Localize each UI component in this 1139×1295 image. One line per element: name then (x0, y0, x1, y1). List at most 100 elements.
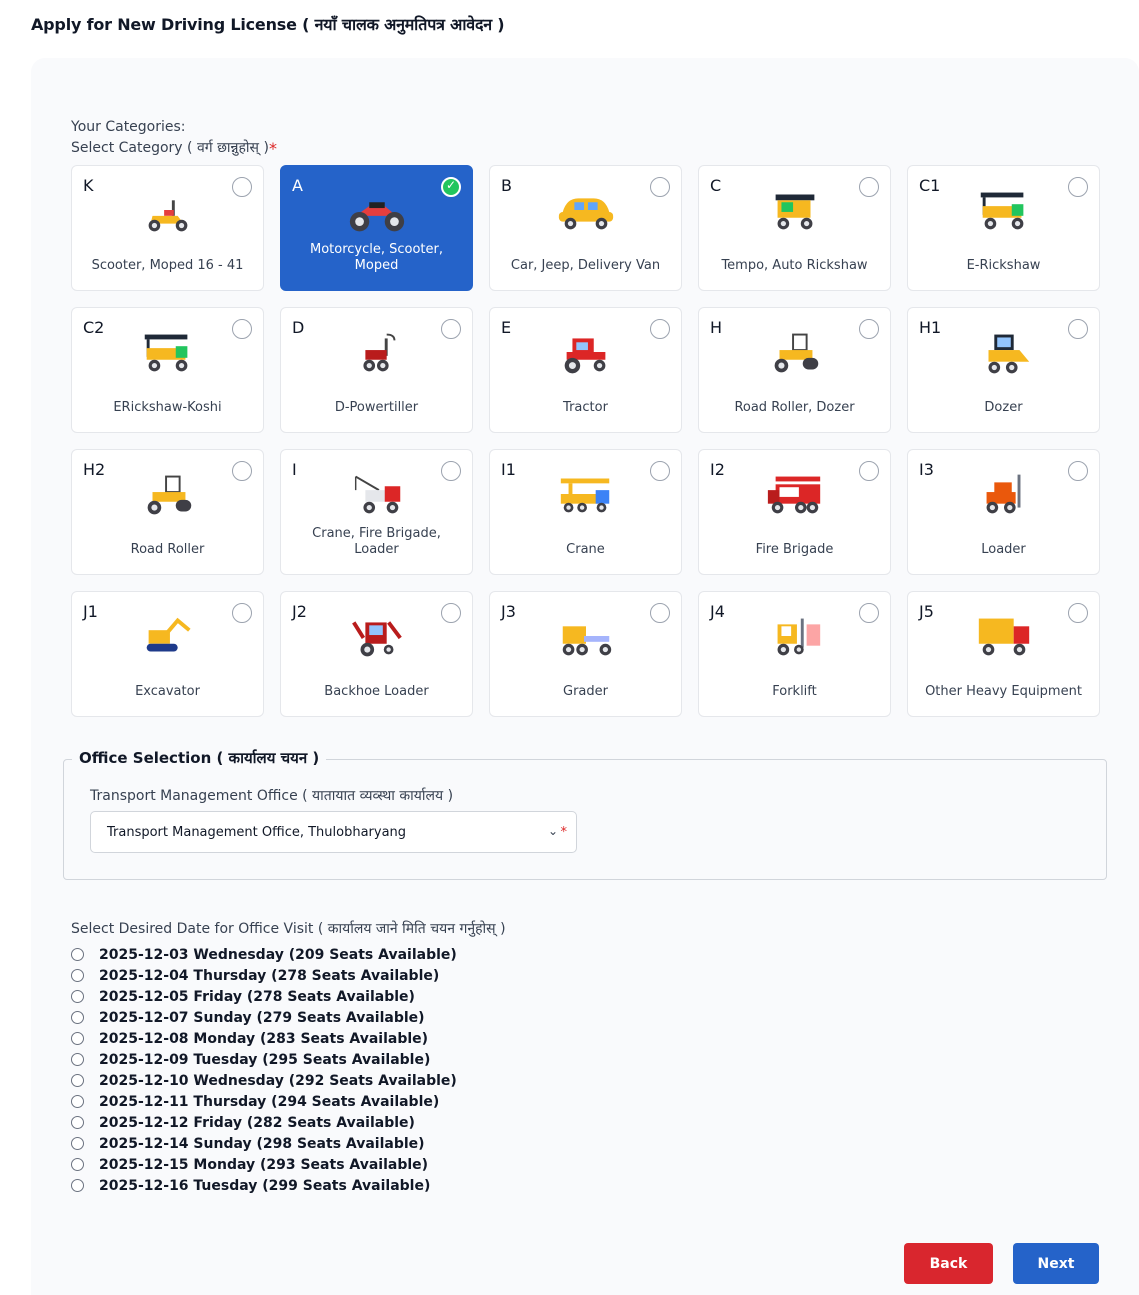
category-radio[interactable] (650, 603, 670, 623)
category-tile-c1[interactable]: C1 E-Rickshaw (907, 165, 1100, 291)
visit-date-option[interactable]: 2025-12-09 Tuesday (295 Seats Available) (71, 1049, 457, 1070)
date-radio[interactable] (71, 1158, 84, 1171)
category-radio[interactable] (441, 177, 461, 197)
category-radio[interactable] (441, 603, 461, 623)
date-option-label: 2025-12-04 Thursday (278 Seats Available… (99, 967, 440, 984)
date-radio[interactable] (71, 1053, 84, 1066)
category-tile-d[interactable]: D D-Powertiller (280, 307, 473, 433)
category-radio[interactable] (232, 177, 252, 197)
date-radio[interactable] (71, 948, 84, 961)
date-radio[interactable] (71, 1032, 84, 1045)
category-label: Dozer (984, 400, 1023, 415)
motorcycle-icon (346, 184, 408, 236)
category-label: Crane, Fire Brigade, Loader (312, 526, 441, 557)
date-radio[interactable] (71, 1011, 84, 1024)
next-button[interactable]: Next (1013, 1243, 1099, 1284)
category-radio[interactable] (1068, 603, 1088, 623)
category-radio[interactable] (859, 603, 879, 623)
category-tile-j2[interactable]: J2 Backhoe Loader (280, 591, 473, 717)
required-mark: * (560, 825, 568, 840)
category-label: Loader (981, 542, 1026, 557)
date-radio[interactable] (71, 1116, 84, 1129)
visit-date-option[interactable]: 2025-12-08 Monday (283 Seats Available) (71, 1028, 457, 1049)
visit-date-option[interactable]: 2025-12-07 Sunday (279 Seats Available) (71, 1007, 457, 1028)
visit-date-option[interactable]: 2025-12-10 Wednesday (292 Seats Availabl… (71, 1070, 457, 1091)
visit-date-option[interactable]: 2025-12-11 Thursday (294 Seats Available… (71, 1091, 457, 1112)
category-code: D (292, 318, 305, 337)
category-label: D-Powertiller (334, 400, 419, 415)
category-tile-h1[interactable]: H1 Dozer (907, 307, 1100, 433)
category-tile-i3[interactable]: I3 Loader (907, 449, 1100, 575)
road-roller-dozer-icon (764, 326, 826, 378)
category-radio[interactable] (232, 603, 252, 623)
scooter-icon (137, 184, 199, 236)
category-tile-j3[interactable]: J3 Grader (489, 591, 682, 717)
category-tile-i[interactable]: I Crane, Fire Brigade, Loader (280, 449, 473, 575)
back-button[interactable]: Back (904, 1243, 993, 1284)
category-radio[interactable] (232, 461, 252, 481)
date-radio[interactable] (71, 1137, 84, 1150)
date-option-label: 2025-12-12 Friday (282 Seats Available) (99, 1114, 415, 1131)
category-radio[interactable] (441, 461, 461, 481)
category-tile-c2[interactable]: C2 ERickshaw-Koshi (71, 307, 264, 433)
visit-date-option[interactable]: 2025-12-15 Monday (293 Seats Available) (71, 1154, 457, 1175)
category-radio[interactable] (650, 461, 670, 481)
category-code: I1 (501, 460, 516, 479)
grader-icon (555, 610, 617, 662)
visit-date-option[interactable]: 2025-12-12 Friday (282 Seats Available) (71, 1112, 457, 1133)
visit-date-option[interactable]: 2025-12-03 Wednesday (209 Seats Availabl… (71, 944, 457, 965)
category-code: J4 (710, 602, 725, 621)
category-radio[interactable] (441, 319, 461, 339)
category-tile-a[interactable]: A Motorcycle, Scooter, Moped (280, 165, 473, 291)
date-radio[interactable] (71, 1074, 84, 1087)
category-tile-j5[interactable]: J5 Other Heavy Equipment (907, 591, 1100, 717)
category-tile-b[interactable]: B Car, Jeep, Delivery Van (489, 165, 682, 291)
category-code: C1 (919, 176, 941, 195)
category-radio[interactable] (859, 319, 879, 339)
category-radio[interactable] (859, 461, 879, 481)
date-radio[interactable] (71, 990, 84, 1003)
e-rickshaw-koshi-icon (137, 326, 199, 378)
road-roller-icon (137, 468, 199, 520)
category-code: C2 (83, 318, 105, 337)
date-option-label: 2025-12-16 Tuesday (299 Seats Available) (99, 1177, 431, 1194)
category-tile-c[interactable]: C Tempo, Auto Rickshaw (698, 165, 891, 291)
category-radio[interactable] (1068, 319, 1088, 339)
visit-date-list: 2025-12-03 Wednesday (209 Seats Availabl… (71, 944, 457, 1196)
date-radio[interactable] (71, 1179, 84, 1192)
date-radio[interactable] (71, 1095, 84, 1108)
visit-date-option[interactable]: 2025-12-16 Tuesday (299 Seats Available) (71, 1175, 457, 1196)
category-tile-e[interactable]: E Tractor (489, 307, 682, 433)
date-radio[interactable] (71, 969, 84, 982)
category-tile-h[interactable]: H Road Roller, Dozer (698, 307, 891, 433)
category-tile-i1[interactable]: I1 Crane (489, 449, 682, 575)
category-code: I (292, 460, 297, 479)
category-radio[interactable] (1068, 461, 1088, 481)
category-label: Road Roller (130, 542, 205, 557)
transport-office-select[interactable]: Transport Management Office, Thulobharya… (90, 811, 577, 853)
category-tile-i2[interactable]: I2 Fire Brigade (698, 449, 891, 575)
visit-date-heading: Select Desired Date for Office Visit ( क… (71, 921, 506, 937)
category-code: I3 (919, 460, 934, 479)
category-code: J1 (83, 602, 98, 621)
category-tile-j4[interactable]: J4 Forklift (698, 591, 891, 717)
category-radio[interactable] (859, 177, 879, 197)
crane-icon (555, 468, 617, 520)
category-radio[interactable] (650, 177, 670, 197)
visit-date-option[interactable]: 2025-12-14 Sunday (298 Seats Available) (71, 1133, 457, 1154)
excavator-icon (137, 610, 199, 662)
office-selection-legend: Office Selection ( कार्यालय चयन ) (72, 748, 327, 768)
category-tile-k[interactable]: K Scooter, Moped 16 - 41 (71, 165, 264, 291)
category-radio[interactable] (650, 319, 670, 339)
category-radio[interactable] (232, 319, 252, 339)
date-option-label: 2025-12-03 Wednesday (209 Seats Availabl… (99, 946, 457, 963)
category-label: Car, Jeep, Delivery Van (510, 258, 661, 273)
required-mark: * (268, 139, 277, 158)
date-option-label: 2025-12-05 Friday (278 Seats Available) (99, 988, 415, 1005)
category-tile-h2[interactable]: H2 Road Roller (71, 449, 264, 575)
category-tile-j1[interactable]: J1 Excavator (71, 591, 264, 717)
visit-date-option[interactable]: 2025-12-05 Friday (278 Seats Available) (71, 986, 457, 1007)
visit-date-option[interactable]: 2025-12-04 Thursday (278 Seats Available… (71, 965, 457, 986)
powertiller-icon (346, 326, 408, 378)
category-radio[interactable] (1068, 177, 1088, 197)
